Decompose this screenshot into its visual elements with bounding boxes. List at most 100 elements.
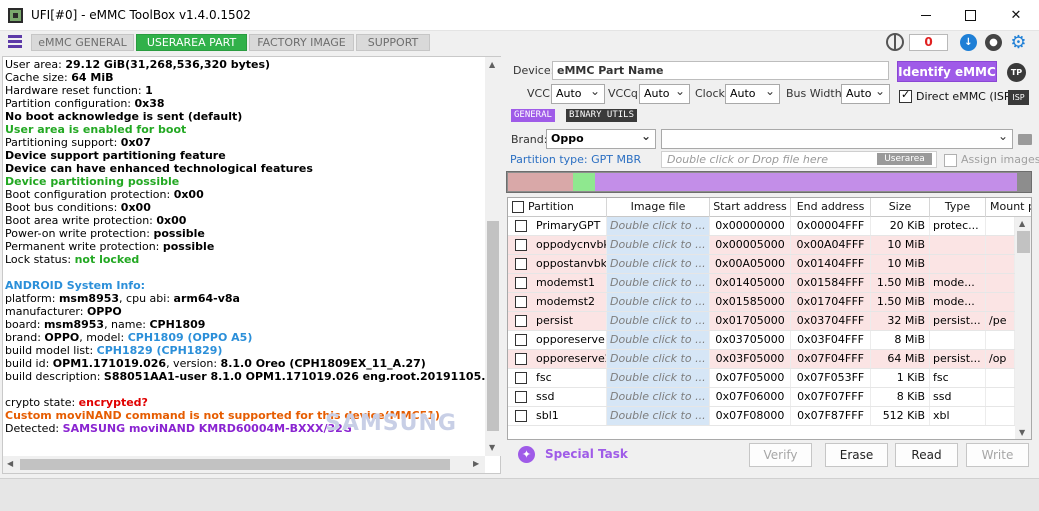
partition-segment: [595, 173, 1017, 191]
table-row[interactable]: oppodycnvbk Double click to ... 0x00005000…: [508, 236, 1015, 255]
log-line: Permanent write protection: possible: [5, 240, 215, 253]
table-row[interactable]: modemst2 Double click to ... 0x01585000 0x0…: [508, 293, 1015, 312]
cell-size: 20 KiB: [871, 217, 930, 235]
isp-icon[interactable]: ISP: [1008, 90, 1029, 105]
table-vertical-scrollbar[interactable]: ▲ ▼: [1015, 217, 1031, 439]
vccq-select[interactable]: Auto: [639, 82, 690, 104]
assign-images-label: Assign images: [961, 153, 1039, 166]
table-row[interactable]: ssd Double click to ... 0x07F06000 0x07F07F…: [508, 388, 1015, 407]
globe-icon[interactable]: [886, 33, 904, 51]
download-icon[interactable]: ↓: [960, 34, 977, 51]
header-image-file[interactable]: Image file: [607, 198, 710, 217]
vcc-select[interactable]: Auto: [551, 82, 605, 104]
select-all-checkbox[interactable]: [512, 201, 524, 213]
read-button[interactable]: Read: [895, 443, 958, 467]
cell-image-file[interactable]: Double click to ...: [607, 369, 710, 387]
table-row[interactable]: persist Double click to ... 0x01705000 0x03…: [508, 312, 1015, 331]
clock-select[interactable]: Auto: [725, 82, 780, 104]
erase-button[interactable]: Erase: [825, 443, 888, 467]
identify-emmc-button[interactable]: Identify eMMC: [897, 61, 997, 82]
cell-type: [930, 236, 986, 254]
gear-icon[interactable]: ⚙: [1010, 34, 1027, 52]
maximize-button[interactable]: [947, 0, 993, 31]
image-drop-zone[interactable]: Double click or Drop file here Userarea: [661, 151, 937, 168]
table-row[interactable]: opporeserve1 Double click to ... 0x0370500…: [508, 331, 1015, 350]
close-button[interactable]: ✕: [993, 0, 1039, 31]
bus-width-label: Bus Width:: [786, 87, 846, 100]
subtab-binary-utils[interactable]: BINARY UTILS: [566, 109, 638, 122]
cell-mount-point: [986, 255, 1015, 273]
cell-image-file[interactable]: Double click to ...: [607, 312, 710, 330]
log-line: ANDROID System Info:: [5, 279, 146, 292]
device-name-field[interactable]: eMMC Part Name: [552, 61, 889, 80]
cell-partition: PrimaryGPT: [508, 217, 607, 235]
cell-image-file[interactable]: Double click to ...: [607, 255, 710, 273]
cell-mount-point: /op: [986, 350, 1015, 368]
table-row[interactable]: opporeserve2 Double click to ... 0x03F0500…: [508, 350, 1015, 369]
table-row[interactable]: modemst1 Double click to ... 0x01405000 0x0…: [508, 274, 1015, 293]
cell-start-address: 0x07F05000: [710, 369, 791, 387]
tab-emmc-general[interactable]: eMMC GENERAL: [31, 34, 134, 51]
microphone-icon[interactable]: ●: [985, 34, 1002, 51]
assign-images-checkbox[interactable]: [944, 154, 957, 167]
log-line: manufacturer: OPPO: [5, 305, 122, 318]
cell-type: fsc: [930, 369, 986, 387]
tab-support[interactable]: SUPPORT: [356, 34, 430, 51]
hamburger-menu-icon[interactable]: [8, 35, 22, 49]
cell-partition: modemst2: [508, 293, 607, 311]
folder-icon[interactable]: [1018, 134, 1032, 145]
cell-mount-point: [986, 217, 1015, 235]
cell-image-file[interactable]: Double click to ...: [607, 350, 710, 368]
write-button[interactable]: Write: [966, 443, 1029, 467]
cell-type: xbl: [930, 407, 986, 425]
tp-icon[interactable]: TP: [1007, 63, 1026, 82]
cell-mount-point: [986, 388, 1015, 406]
cell-start-address: 0x01705000: [710, 312, 791, 330]
partition-type: Partition type: GPT MBR: [510, 153, 642, 166]
cell-image-file[interactable]: Double click to ...: [607, 407, 710, 425]
table-row[interactable]: sbl1 Double click to ... 0x07F08000 0x07F87…: [508, 407, 1015, 426]
header-mount-point[interactable]: Mount p: [986, 198, 1031, 217]
header-size[interactable]: Size: [871, 198, 930, 217]
log-vertical-scrollbar[interactable]: ▲ ▼: [485, 57, 501, 456]
cell-size: 10 MiB: [871, 236, 930, 254]
cell-partition: opporeserve2: [508, 350, 607, 368]
tab-factory-image[interactable]: FACTORY IMAGE: [249, 34, 354, 51]
log-horizontal-scrollbar[interactable]: ◀ ▶: [3, 456, 485, 473]
bus-width-select[interactable]: Auto: [841, 82, 890, 104]
log-line: User area: 29.12 GiB(31,268,536,320 byte…: [5, 58, 271, 71]
cell-end-address: 0x03704FFF: [791, 312, 871, 330]
cell-image-file[interactable]: Double click to ...: [607, 236, 710, 254]
header-start-address[interactable]: Start address: [710, 198, 791, 217]
minimize-button[interactable]: [903, 0, 949, 31]
table-row[interactable]: PrimaryGPT Double click to ... 0x00000000 0…: [508, 217, 1015, 236]
table-row[interactable]: fsc Double click to ... 0x07F05000 0x07F053…: [508, 369, 1015, 388]
direct-emmc-checkbox[interactable]: [899, 88, 912, 103]
log-line: brand: OPPO, model: CPH1809 (OPPO A5): [5, 331, 253, 344]
cell-size: 64 MiB: [871, 350, 930, 368]
cell-image-file[interactable]: Double click to ...: [607, 217, 710, 235]
cell-partition: fsc: [508, 369, 607, 387]
verify-button[interactable]: Verify: [749, 443, 812, 467]
tab-userarea-part[interactable]: USERAREA PART: [136, 34, 247, 51]
brand-select[interactable]: Oppo: [546, 127, 656, 149]
log-line: platform: msm8953, cpu abi: arm64-v8a: [5, 292, 240, 305]
cell-start-address: 0x03705000: [710, 331, 791, 349]
device-label: Device:: [513, 64, 555, 77]
cell-end-address: 0x01704FFF: [791, 293, 871, 311]
header-partition[interactable]: Partition: [508, 198, 607, 217]
cell-type: [930, 255, 986, 273]
subtab-general[interactable]: GENERAL: [511, 109, 555, 122]
log-line: crypto state: encrypted?: [5, 396, 148, 409]
cell-size: 8 MiB: [871, 331, 930, 349]
cell-partition: oppostanvbk: [508, 255, 607, 273]
cell-image-file[interactable]: Double click to ...: [607, 293, 710, 311]
cell-image-file[interactable]: Double click to ...: [607, 331, 710, 349]
header-type[interactable]: Type: [930, 198, 986, 217]
cell-image-file[interactable]: Double click to ...: [607, 388, 710, 406]
table-row[interactable]: oppostanvbk Double click to ... 0x00A05000…: [508, 255, 1015, 274]
header-end-address[interactable]: End address: [791, 198, 871, 217]
cell-image-file[interactable]: Double click to ...: [607, 274, 710, 292]
status-bar: [0, 478, 1039, 511]
brand-file-select[interactable]: [661, 127, 1013, 149]
